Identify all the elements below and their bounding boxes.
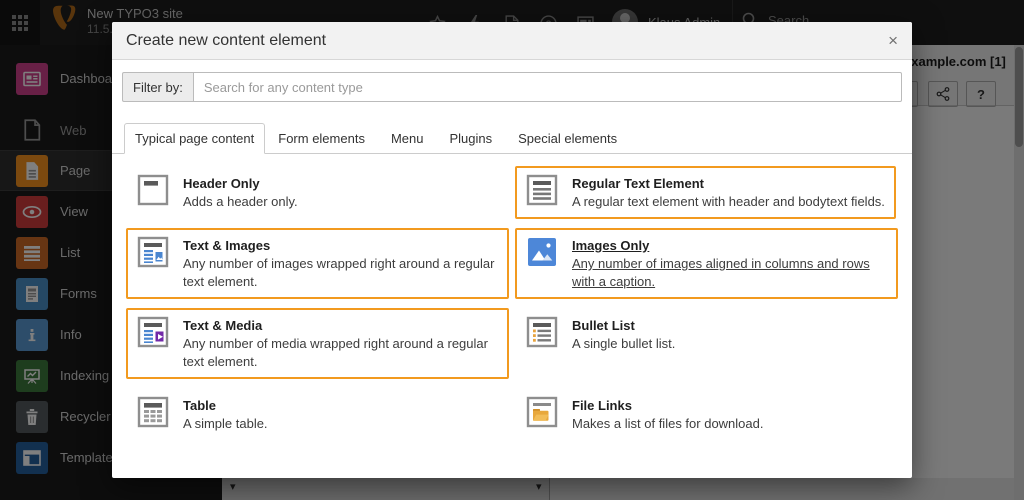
item-title: Text & Media bbox=[183, 317, 498, 334]
item-text-and-media[interactable]: Text & MediaAny number of media wrapped … bbox=[126, 308, 509, 379]
item-title: Regular Text Element bbox=[572, 175, 885, 192]
tab-typical-page-content[interactable]: Typical page content bbox=[124, 123, 265, 154]
item-header-only[interactable]: Header OnlyAdds a header only. bbox=[126, 166, 509, 219]
item-description: A regular text element with header and b… bbox=[572, 193, 885, 211]
content-type-search-input[interactable] bbox=[193, 72, 902, 102]
textpic-icon bbox=[137, 236, 169, 268]
item-title: Table bbox=[183, 397, 268, 414]
item-file-links[interactable]: File LinksMakes a list of files for down… bbox=[515, 388, 898, 441]
textmedia-icon bbox=[137, 316, 169, 348]
tab-special-elements[interactable]: Special elements bbox=[505, 124, 630, 153]
item-title: Text & Images bbox=[183, 237, 498, 254]
filter-row: Filter by: bbox=[122, 72, 902, 102]
tab-form-elements[interactable]: Form elements bbox=[265, 124, 378, 153]
file-links-icon bbox=[526, 396, 558, 428]
item-description: A single bullet list. bbox=[572, 335, 675, 353]
item-description: Any number of media wrapped right around… bbox=[183, 335, 498, 371]
bullet-list-icon bbox=[526, 316, 558, 348]
item-description: Any number of images wrapped right aroun… bbox=[183, 255, 498, 291]
header-only-icon bbox=[137, 174, 169, 206]
item-description: A simple table. bbox=[183, 415, 268, 433]
modal-tabs: Typical page content Form elements Menu … bbox=[112, 124, 912, 154]
item-description: Any number of images aligned in columns … bbox=[572, 255, 887, 291]
close-icon[interactable]: × bbox=[888, 32, 898, 49]
modal-title: Create new content element bbox=[126, 32, 326, 50]
item-text-and-images[interactable]: Text & ImagesAny number of images wrappe… bbox=[126, 228, 509, 299]
create-content-modal: Create new content element × Filter by: … bbox=[112, 22, 912, 478]
content-element-grid: Header OnlyAdds a header only. Regular T… bbox=[112, 154, 912, 441]
item-description: Adds a header only. bbox=[183, 193, 298, 211]
image-icon bbox=[526, 236, 558, 268]
item-title: Header Only bbox=[183, 175, 298, 192]
item-title: Bullet List bbox=[572, 317, 675, 334]
modal-header: Create new content element × bbox=[112, 22, 912, 60]
text-icon bbox=[526, 174, 558, 206]
item-description: Makes a list of files for download. bbox=[572, 415, 763, 433]
item-regular-text-element[interactable]: Regular Text ElementA regular text eleme… bbox=[515, 166, 896, 219]
item-title: File Links bbox=[572, 397, 763, 414]
item-images-only[interactable]: Images OnlyAny number of images aligned … bbox=[515, 228, 898, 299]
filter-label: Filter by: bbox=[122, 72, 193, 102]
table-icon bbox=[137, 396, 169, 428]
item-title: Images Only bbox=[572, 237, 887, 254]
item-bullet-list[interactable]: Bullet ListA single bullet list. bbox=[515, 308, 898, 361]
item-table[interactable]: TableA simple table. bbox=[126, 388, 509, 441]
tab-plugins[interactable]: Plugins bbox=[436, 124, 505, 153]
tab-menu[interactable]: Menu bbox=[378, 124, 437, 153]
